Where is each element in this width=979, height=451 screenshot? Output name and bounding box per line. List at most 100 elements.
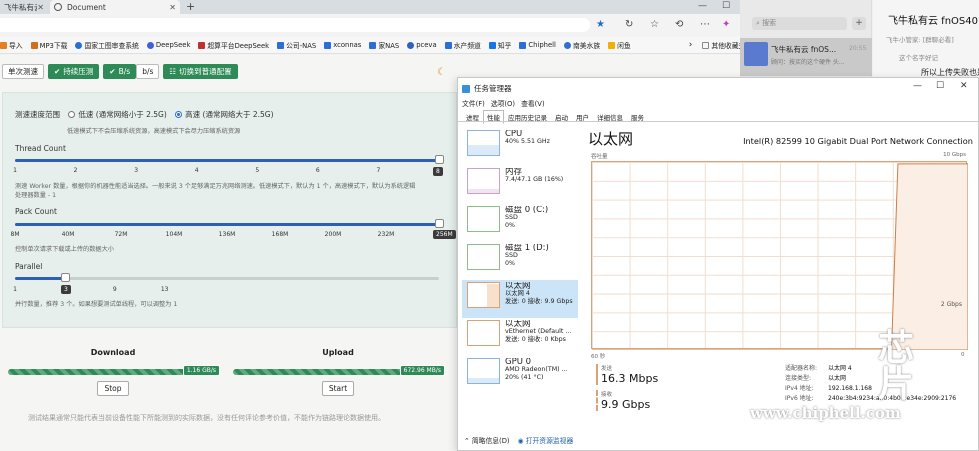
moon-icon[interactable]: ☾ [437,67,446,78]
chiphell-watermark: 芯片 www.chiphell.com [750,330,914,422]
add-chat-button[interactable]: + [852,17,866,30]
thread-count-label: Thread Count [15,144,66,153]
disclaimer: 测试结果通常只能代表当前设备性能下所能测到的实际数据，没有任何评论参考价值，不能… [28,414,385,422]
send-value: 16.3 Mbps [601,372,659,385]
star-icon[interactable]: ★ [596,19,605,31]
maximize-icon[interactable]: ☐ [722,0,730,12]
tick-label: 72M [114,231,128,238]
minimize-icon[interactable]: — [913,81,922,91]
high-speed-radio[interactable] [175,111,183,118]
bookmark-chiphell[interactable]: Chiphell [519,41,556,49]
bookmark-supercomputer[interactable]: 超算平台DeepSeek [198,40,269,50]
resource-item[interactable]: GPU 0 AMD Radeon(TM) ... 20% (41 °C) [462,356,578,394]
close-icon[interactable]: ✕ [960,81,968,91]
bookmark-xconnas[interactable]: xconnas [324,41,361,49]
resource-item[interactable]: 以太网 vEthernet (Default ... 发送: 0 接收: 0 Kbp… [462,318,578,356]
low-speed-radio[interactable] [68,111,76,118]
bookmark-home-nas[interactable]: 家NAS [369,40,399,50]
bookmark-other[interactable]: 其他收藏夹 [702,40,745,50]
bookmark-zhihu[interactable]: 知乎 [488,40,511,50]
resource-name: 以太网 [505,282,531,291]
bookmark-import[interactable]: 导入 [0,40,23,50]
zero-label: 0 [961,352,965,358]
taskmgr-icon [462,84,470,93]
switch-config-button[interactable]: ☷ 切换到普通配置 [163,64,238,79]
resource-mini-graph [467,168,500,194]
resource-text: GPU 0 AMD Radeon(TM) ... 20% (41 °C) [505,358,568,394]
resource-item[interactable]: 磁盘 1 (D:) SSD 0% [462,242,578,280]
slider-handle[interactable] [434,155,444,164]
resource-monitor-link[interactable]: ◉ 打开资源监视器 [518,435,574,445]
bookmark-deepseek[interactable]: DeepSeek [146,41,190,49]
parallel-slider[interactable] [15,273,439,282]
check-icon: ✔ [54,67,61,76]
tab-fnos[interactable]: 飞牛私有云 ✕ [0,0,48,14]
tab-document[interactable]: Document ✕ [50,0,180,14]
pack-count-label: Pack Count [15,207,57,216]
browser-toolbar: ★ ↻ ☆ ⟲ ⋯ ✦ [0,14,740,36]
bookmark-mp3[interactable]: MP3下载 [30,40,67,50]
single-test-button[interactable]: 单次测速 [2,64,44,79]
sliders-icon: ☷ [169,67,177,76]
thread-count-slider[interactable] [15,155,444,164]
menu-file[interactable]: 文件(F) [462,98,485,108]
resource-name: GPU 0 [505,358,532,367]
history-icon[interactable]: ⟲ [675,19,683,31]
resource-item[interactable]: 内存 7.4/47.1 GB (16%) [462,166,578,204]
copilot-icon[interactable]: ✦ [722,19,730,31]
tick-label: 9 [112,286,117,293]
detail-row: 连接类型: 以太网 [785,374,956,384]
bookmark-icon [198,41,206,49]
close-icon[interactable]: ✕ [37,3,44,12]
unit-bytes-button[interactable]: ✔ B/s [103,64,137,79]
favorites-icon[interactable]: ☆ [650,19,659,31]
taskmgr-footer: ⌃ 简略信息(D) ◉ 打开资源监视器 [464,435,573,445]
bookmark-aquarium[interactable]: 南美水族 [563,40,600,50]
detail-key: IPv6 地址: [785,395,814,402]
conversation-time: 20:55 [849,45,867,52]
bookmark-company-nas[interactable]: 公司-NAS [277,40,316,50]
pack-count-slider[interactable] [15,219,444,228]
search-input[interactable]: ⌕ 搜索 [752,17,847,30]
conversation-name: 飞牛私有云 fnOS... [771,45,837,54]
minimize-icon[interactable]: — [698,0,707,12]
download-title: Download [90,348,136,357]
more-icon[interactable]: ⋯ [700,19,710,31]
detail-value: 以太网 [828,375,847,382]
address-bar[interactable] [0,18,590,32]
maximize-icon[interactable]: ☐ [936,81,944,91]
parallel-label: Parallel [15,262,43,271]
brief-info-button[interactable]: ⌃ 简略信息(D) [464,435,510,445]
slider-handle[interactable] [434,219,444,228]
bookmark-icon [75,41,83,49]
resource-detail-2: 0% [505,260,515,267]
bookmark-aquatic[interactable]: 水产频道 [444,40,481,50]
tick-label: 7 [376,167,381,174]
resource-mini-graph [467,130,500,156]
list-item[interactable]: 飞牛私有云 fnOS... 20:55 顾问：按买的这个硬件 头... [740,38,872,76]
resource-item[interactable]: CPU 40% 5.51 GHz [462,128,578,166]
resource-text: 以太网 以太网 4 发送: 0 接收: 9.9 Gbps [505,282,573,318]
slider-handle[interactable] [60,273,70,282]
bookmark-review[interactable]: 国家工图审查系统 [75,40,139,50]
resource-text: 磁盘 1 (D:) SSD 0% [505,244,549,280]
resource-item[interactable]: 以太网 以太网 4 发送: 0 接收: 9.9 Gbps [462,280,578,318]
refresh-icon[interactable]: ↻ [625,19,633,31]
bookmark-pceva[interactable]: pceva [407,41,437,49]
start-button[interactable]: Start [321,381,355,396]
close-icon[interactable]: ✕ [169,3,176,12]
menu-view[interactable]: 查看(V) [521,98,545,108]
menu-options[interactable]: 选项(O) [491,98,515,108]
resource-mini-graph [467,358,500,384]
new-tab-icon[interactable]: + [186,0,195,14]
chevron-right-icon[interactable]: › [689,40,693,50]
resource-item[interactable]: 磁盘 0 (C:) SSD 0% [462,204,578,242]
bookmark-xianyu[interactable]: 闲鱼 [608,40,631,50]
unit-bits-button[interactable]: b/s [136,64,160,79]
chat-message: 飞牛小管家: [群聊必看] [886,36,954,44]
check-icon: ✔ [109,67,116,76]
resource-detail: AMD Radeon(TM) ... [505,366,568,373]
stop-button[interactable]: Stop [97,381,129,396]
continuous-test-button[interactable]: ✔ 持续压测 [48,64,100,79]
max-label: 10 Gbps [943,152,966,158]
